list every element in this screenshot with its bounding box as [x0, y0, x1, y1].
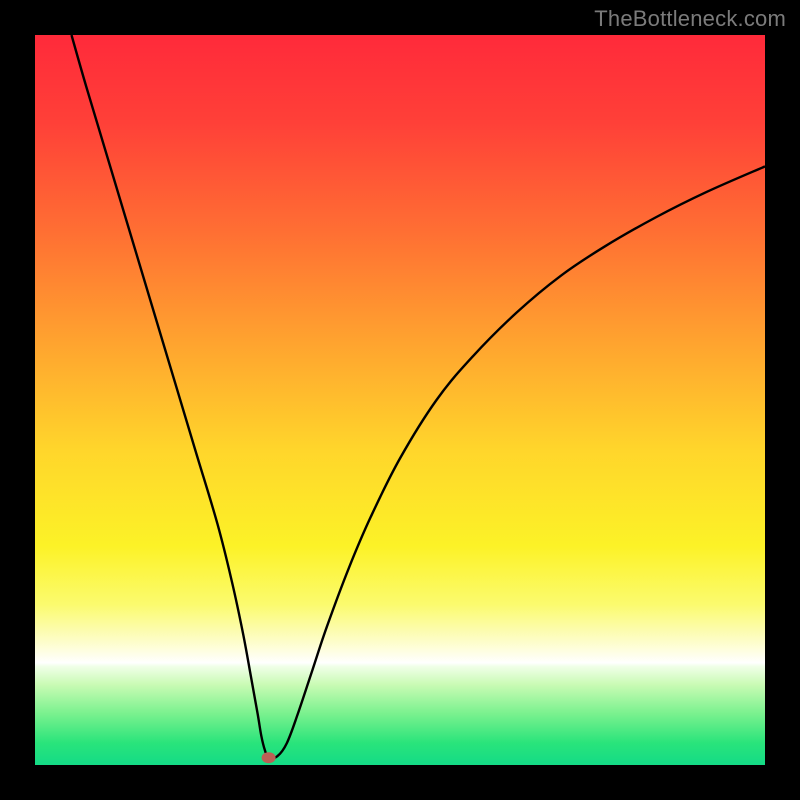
- plot-area: [35, 35, 765, 765]
- gradient-background: [35, 35, 765, 765]
- chart-svg: [35, 35, 765, 765]
- watermark-text: TheBottleneck.com: [594, 6, 786, 32]
- optimal-point-marker: [262, 752, 276, 763]
- chart-frame: TheBottleneck.com: [0, 0, 800, 800]
